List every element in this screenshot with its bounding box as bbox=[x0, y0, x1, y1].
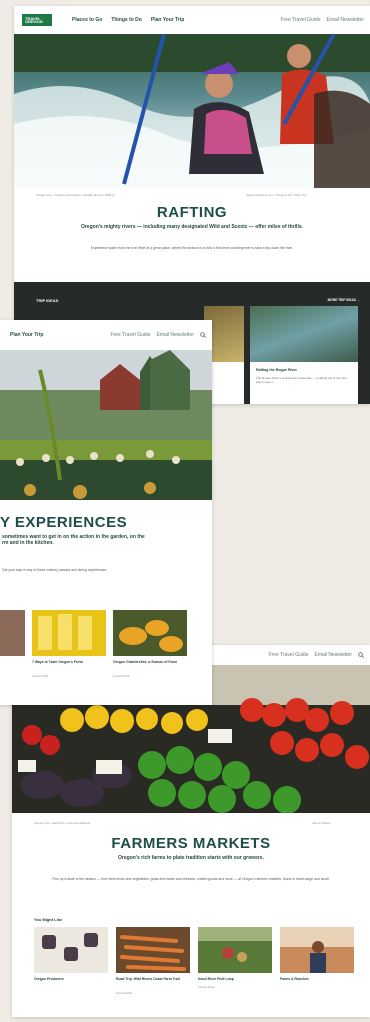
trip-card-desc: The Rogue River is a legendary waterway … bbox=[256, 376, 347, 384]
culinary-top-nav: Plan Your Trip Free Travel Guide Email N… bbox=[0, 320, 212, 350]
nav-places-to-go[interactable]: Places to Go bbox=[72, 17, 102, 23]
search-icon[interactable] bbox=[358, 652, 364, 658]
email-newsletter-link[interactable]: Email Newsletter bbox=[326, 17, 364, 23]
producers-card-title[interactable]: Oregon Producers bbox=[34, 977, 64, 981]
breadcrumb[interactable]: Oregon Info › Outdoor Recreation › Paddl… bbox=[36, 193, 114, 197]
culinary-page-subtitle: sometimes want to get in on the action i… bbox=[2, 534, 145, 546]
culinary-intro-text: Get your step in any of these culinary c… bbox=[2, 568, 107, 572]
wild-rivers-card-title[interactable]: Road Trip: Wild Rivers Coast Farm Trail bbox=[116, 977, 190, 981]
you-might-like-heading: You Might Like bbox=[34, 917, 63, 922]
free-travel-guide-link[interactable]: Free Travel Guide bbox=[280, 17, 320, 23]
markets-page-title: FARMERS MARKETS bbox=[111, 835, 271, 852]
add-to-trip-link[interactable]: Add to Places to Go / Things to Do / Pla… bbox=[246, 193, 306, 197]
cider-card-title[interactable]: 7 Ways to Taste Oregon’s Fresh bbox=[32, 660, 106, 664]
chanterelles-card-title[interactable]: Oregon Chanterelles: a Season of Food bbox=[113, 660, 187, 664]
culinary-free-travel-guide-link[interactable]: Free Travel Guide bbox=[110, 332, 150, 338]
nav-plan-your-trip[interactable]: Plan Your Trip bbox=[151, 17, 184, 23]
nav-things-to-do[interactable]: Things to Do bbox=[111, 17, 142, 23]
trip-card[interactable]: Rafting the Rogue River The Rogue River … bbox=[250, 306, 358, 404]
trip-card-image bbox=[250, 306, 358, 362]
trip-card-title: Rafting the Rogue River bbox=[256, 368, 297, 372]
culinary-page-title: Y EXPERIENCES bbox=[0, 514, 128, 531]
cider-card-image[interactable] bbox=[32, 610, 106, 656]
fruit-loop-card-sub: Food & Drink bbox=[198, 985, 215, 989]
culinary-card-partial-image[interactable] bbox=[0, 610, 25, 656]
logo-text: TRAVEL OREGON bbox=[25, 16, 43, 24]
markets-breadcrumb[interactable]: Oregon Info › Eat/Drink › Farmers Market… bbox=[34, 821, 90, 825]
garden-class-image bbox=[0, 350, 212, 500]
markets-page-subtitle: Oregon’s rich farms to plate tradition s… bbox=[118, 855, 264, 861]
top-nav: TRAVEL OREGON Places to Go Things to Do … bbox=[14, 6, 370, 34]
trip-ideas-heading: TRIP IDEAS bbox=[36, 298, 59, 303]
culinary-search-icon[interactable] bbox=[200, 332, 206, 338]
page-title: RAFTING bbox=[156, 204, 228, 221]
farms-ranches-card-title[interactable]: Farms & Ranches bbox=[280, 977, 309, 981]
fruit-loop-card-image[interactable] bbox=[198, 927, 272, 973]
travel-oregon-logo[interactable]: TRAVEL OREGON bbox=[22, 14, 52, 26]
more-trip-ideas-link[interactable]: MORE TRIP IDEAS → bbox=[328, 298, 360, 302]
cider-card-sub: Food & Drink bbox=[32, 674, 49, 678]
chanterelles-card-image[interactable] bbox=[113, 610, 187, 656]
culinary-nav-plan-your-trip[interactable]: Plan Your Trip bbox=[10, 332, 43, 338]
culinary-email-newsletter-link[interactable]: Email Newsletter bbox=[156, 332, 194, 338]
intro-text: Experience water from the river level in… bbox=[90, 246, 294, 250]
markets-intro-text: Pick up a taste of the season — from fre… bbox=[52, 877, 330, 881]
wild-rivers-card-sub: Food & Drink bbox=[116, 991, 133, 995]
fruit-loop-card-title[interactable]: Hood River Fruit Loop bbox=[198, 977, 234, 981]
producers-card-image[interactable] bbox=[34, 927, 108, 973]
culinary-page-screenshot: Plan Your Trip Free Travel Guide Email N… bbox=[0, 320, 212, 705]
chanterelles-card-sub: Food & Drink bbox=[113, 674, 130, 678]
farms-ranches-card-image[interactable] bbox=[280, 927, 354, 973]
markets-add-to-places-link[interactable]: Add to Places bbox=[312, 821, 331, 825]
rafting-hero-image bbox=[14, 34, 370, 188]
markets-free-travel-guide-link[interactable]: Free Travel Guide bbox=[268, 652, 308, 658]
wild-rivers-card-image[interactable] bbox=[116, 927, 190, 973]
markets-email-newsletter-link[interactable]: Email Newsletter bbox=[314, 652, 352, 658]
page-subtitle: Oregon’s mighty rivers — including many … bbox=[80, 224, 304, 230]
